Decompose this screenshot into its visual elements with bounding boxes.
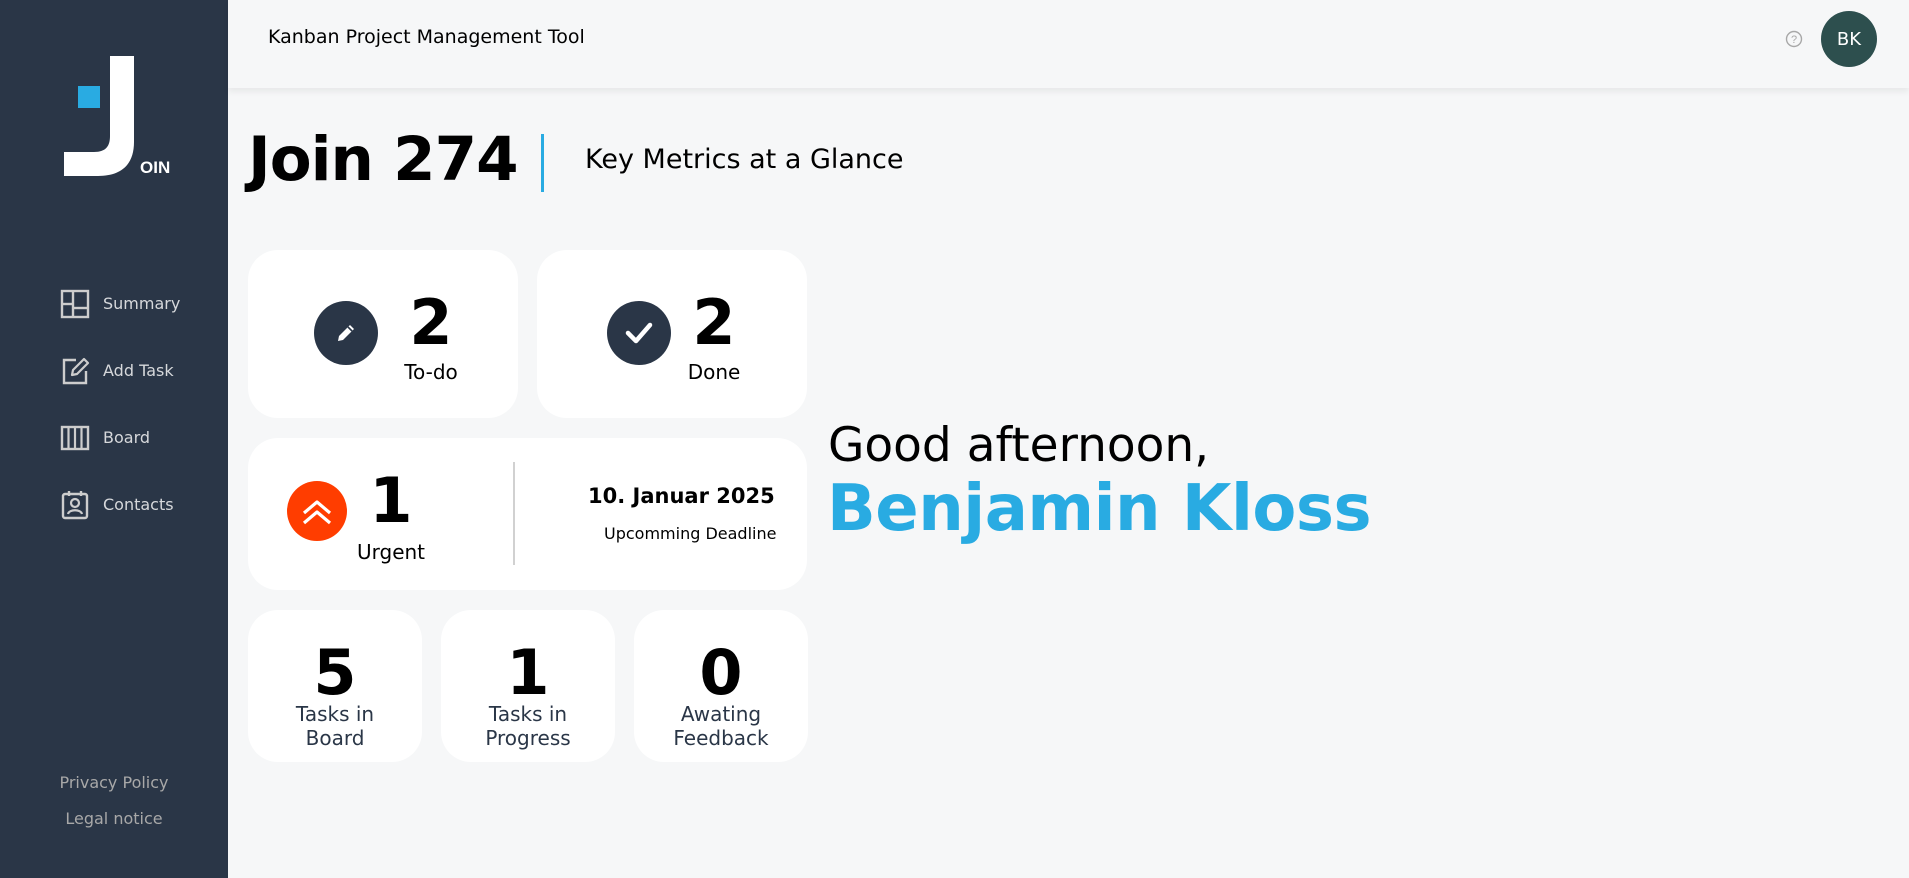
deadline-label: Upcomming Deadline — [604, 524, 777, 543]
urgent-card[interactable]: 1 Urgent 10. Januar 2025 Upcomming Deadl… — [248, 438, 807, 590]
tasks-in-progress-card[interactable]: 1 Tasks in Progress — [441, 610, 615, 762]
title-divider — [541, 134, 544, 192]
sidebar-item-add-task[interactable]: Add Task — [0, 337, 228, 404]
header-title: Kanban Project Management Tool — [268, 26, 585, 48]
todo-label: To-do — [404, 360, 458, 384]
check-icon — [607, 301, 671, 365]
urgent-divider — [513, 462, 515, 565]
contacts-icon — [60, 490, 90, 520]
pencil-icon — [314, 301, 378, 365]
urgent-count: 1 — [369, 464, 413, 537]
sidebar-item-summary[interactable]: Summary — [0, 270, 228, 337]
awaiting-feedback-card[interactable]: 0 Awating Feedback — [634, 610, 808, 762]
todo-card[interactable]: 2 To-do — [248, 250, 518, 418]
label-line: Awating — [680, 702, 762, 726]
awaiting-feedback-count: 0 — [699, 636, 743, 709]
done-label: Done — [687, 360, 741, 384]
sidebar-item-label: Add Task — [103, 361, 174, 380]
tasks-in-board-card[interactable]: 5 Tasks in Board — [248, 610, 422, 762]
deadline-date: 10. Januar 2025 — [588, 484, 775, 508]
label-line: Tasks in — [488, 702, 568, 726]
awaiting-feedback-label: Awating Feedback — [634, 702, 808, 750]
summary-icon — [60, 289, 90, 319]
join-logo[interactable]: OIN — [62, 54, 172, 180]
label-line: Progress — [485, 726, 571, 750]
tasks-in-progress-label: Tasks in Progress — [441, 702, 615, 750]
sidebar: OIN Summary Add Task Board Contacts Priv… — [0, 0, 228, 878]
page-subtitle: Key Metrics at a Glance — [585, 144, 904, 175]
user-avatar[interactable]: BK — [1821, 11, 1877, 67]
sidebar-item-label: Summary — [103, 294, 181, 313]
greeting-user-name: Benjamin Kloss — [827, 472, 1372, 546]
label-line: Feedback — [673, 726, 769, 750]
sidebar-footer: Privacy Policy Legal notice — [0, 765, 228, 837]
help-icon[interactable]: ? — [1785, 30, 1803, 48]
label-line: Tasks in — [295, 702, 375, 726]
sidebar-item-board[interactable]: Board — [0, 404, 228, 471]
sidebar-nav: Summary Add Task Board Contacts — [0, 270, 228, 538]
logo-letters: OIN — [140, 158, 170, 177]
legal-notice-link[interactable]: Legal notice — [0, 801, 228, 837]
done-count: 2 — [692, 286, 736, 359]
urgent-chevrons-icon — [287, 481, 347, 541]
add-task-icon — [60, 356, 90, 386]
join-logo-icon: OIN — [64, 56, 170, 177]
sidebar-item-label: Contacts — [103, 495, 174, 514]
label-line: Board — [305, 726, 365, 750]
sidebar-item-contacts[interactable]: Contacts — [0, 471, 228, 538]
greeting-text: Good afternoon, — [828, 418, 1210, 473]
done-card[interactable]: 2 Done — [537, 250, 807, 418]
top-header: Kanban Project Management Tool ? BK — [228, 0, 1909, 88]
todo-count: 2 — [409, 286, 453, 359]
tasks-in-board-label: Tasks in Board — [248, 702, 422, 750]
tasks-in-progress-count: 1 — [506, 636, 550, 709]
page-title: Join 274 — [248, 124, 519, 195]
privacy-policy-link[interactable]: Privacy Policy — [0, 765, 228, 801]
board-icon — [60, 423, 90, 453]
sidebar-item-label: Board — [103, 428, 151, 447]
svg-text:?: ? — [1791, 34, 1797, 46]
urgent-label: Urgent — [356, 540, 426, 564]
tasks-in-board-count: 5 — [313, 636, 357, 709]
